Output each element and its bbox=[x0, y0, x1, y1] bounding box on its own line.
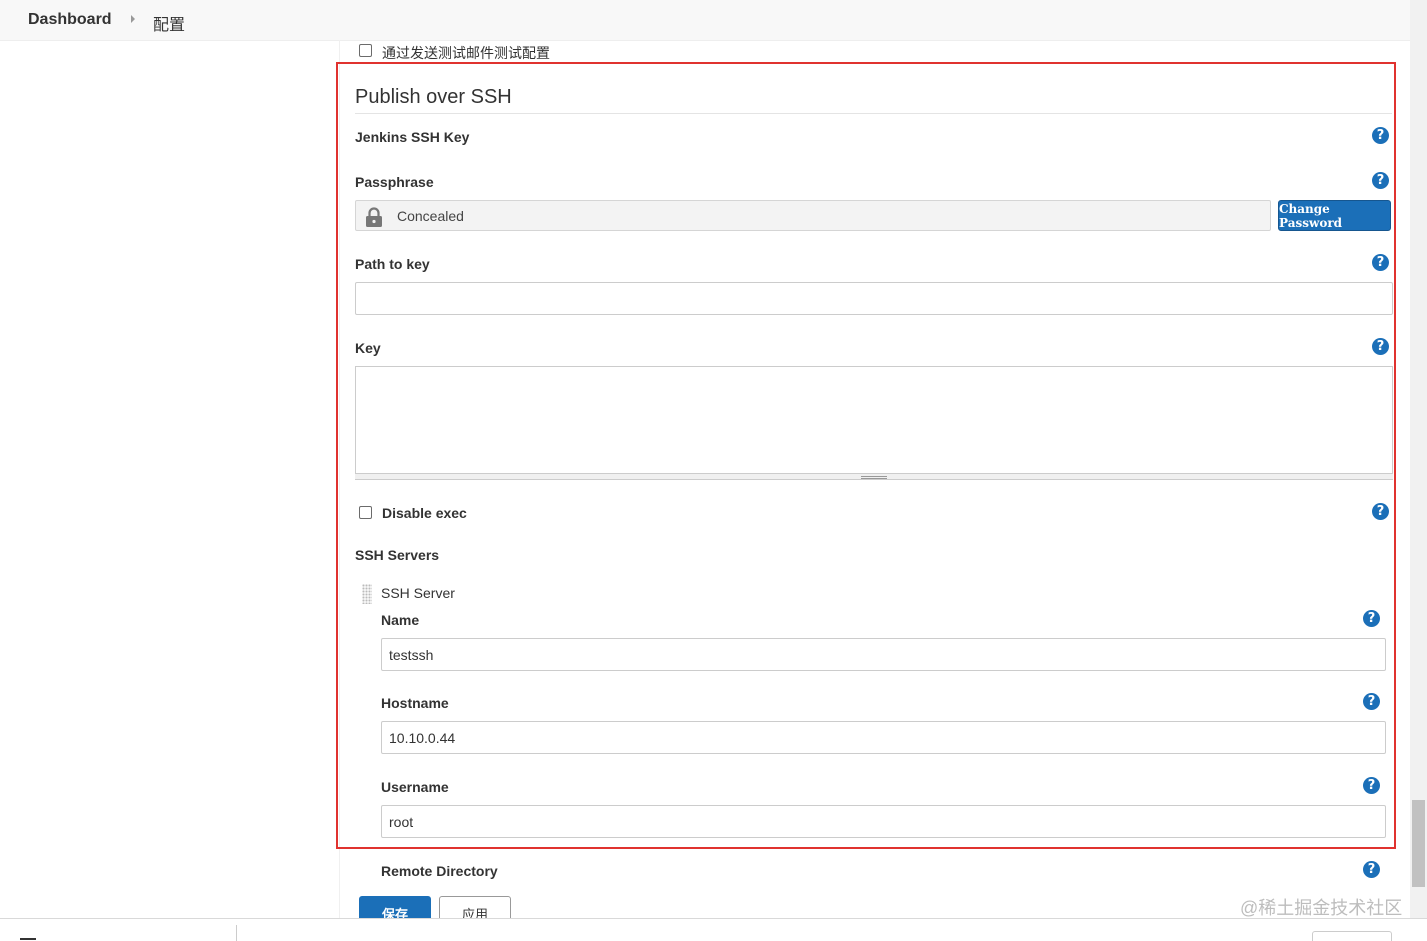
help-icon[interactable]: ? bbox=[1372, 338, 1389, 355]
help-icon[interactable]: ? bbox=[1372, 254, 1389, 271]
disable-exec-label: Disable exec bbox=[382, 505, 467, 521]
textarea-resize-bar[interactable] bbox=[355, 474, 1393, 480]
help-icon[interactable]: ? bbox=[1372, 503, 1389, 520]
help-icon[interactable]: ? bbox=[1372, 172, 1389, 189]
ssh-server-header: SSH Server bbox=[381, 585, 455, 601]
chevron-right-icon bbox=[131, 15, 135, 23]
server-name-input[interactable]: testssh bbox=[381, 638, 1386, 671]
username-label: Username bbox=[381, 779, 449, 795]
breadcrumb-dashboard-link[interactable]: Dashboard bbox=[28, 11, 112, 29]
minimize-icon[interactable] bbox=[20, 938, 36, 940]
watermark: @稀土掘金技术社区 bbox=[1240, 898, 1403, 918]
section-title-publish-over-ssh: Publish over SSH bbox=[355, 86, 512, 108]
remote-directory-label: Remote Directory bbox=[381, 863, 498, 879]
breadcrumb: Dashboard 配置 bbox=[0, 0, 1410, 41]
help-icon[interactable]: ? bbox=[1363, 861, 1380, 878]
test-email-checkbox-label: 通过发送测试邮件测试配置 bbox=[382, 45, 550, 61]
hostname-label: Hostname bbox=[381, 695, 449, 711]
bottom-bar-control[interactable] bbox=[1312, 931, 1392, 941]
passphrase-value: Concealed bbox=[397, 208, 464, 224]
key-textarea[interactable] bbox=[355, 366, 1393, 474]
drag-handle-icon[interactable] bbox=[362, 584, 372, 604]
hostname-input[interactable]: 10.10.0.44 bbox=[381, 721, 1386, 754]
username-input[interactable]: root bbox=[381, 805, 1386, 838]
breadcrumb-current[interactable]: 配置 bbox=[153, 11, 185, 35]
lock-icon bbox=[366, 207, 382, 227]
ssh-servers-label: SSH Servers bbox=[355, 547, 440, 563]
bottom-bar-divider bbox=[236, 925, 237, 941]
help-icon[interactable]: ? bbox=[1372, 127, 1389, 144]
path-to-key-input[interactable] bbox=[355, 282, 1393, 315]
test-email-checkbox[interactable] bbox=[359, 44, 372, 57]
help-icon[interactable]: ? bbox=[1363, 777, 1380, 794]
bottom-bar bbox=[0, 918, 1427, 941]
passphrase-label: Passphrase bbox=[355, 174, 434, 190]
key-label: Key bbox=[355, 340, 381, 356]
jenkins-ssh-key-label: Jenkins SSH Key bbox=[355, 129, 470, 145]
jenkins-configure-page: Dashboard 配置 通过发送测试邮件测试配置 Publish over S… bbox=[0, 0, 1427, 941]
help-icon[interactable]: ? bbox=[1363, 610, 1380, 627]
help-icon[interactable]: ? bbox=[1363, 693, 1380, 710]
vertical-scrollbar[interactable] bbox=[1410, 0, 1427, 918]
sidebar-divider bbox=[339, 40, 340, 918]
server-name-label: Name bbox=[381, 612, 420, 628]
path-to-key-label: Path to key bbox=[355, 256, 430, 272]
scrollbar-thumb[interactable] bbox=[1412, 800, 1425, 887]
change-password-button[interactable]: Change Password bbox=[1278, 200, 1391, 231]
passphrase-field[interactable]: Concealed bbox=[355, 200, 1271, 231]
resize-handle-icon[interactable] bbox=[861, 476, 887, 479]
disable-exec-checkbox[interactable] bbox=[359, 506, 372, 519]
section-divider bbox=[355, 113, 1392, 114]
